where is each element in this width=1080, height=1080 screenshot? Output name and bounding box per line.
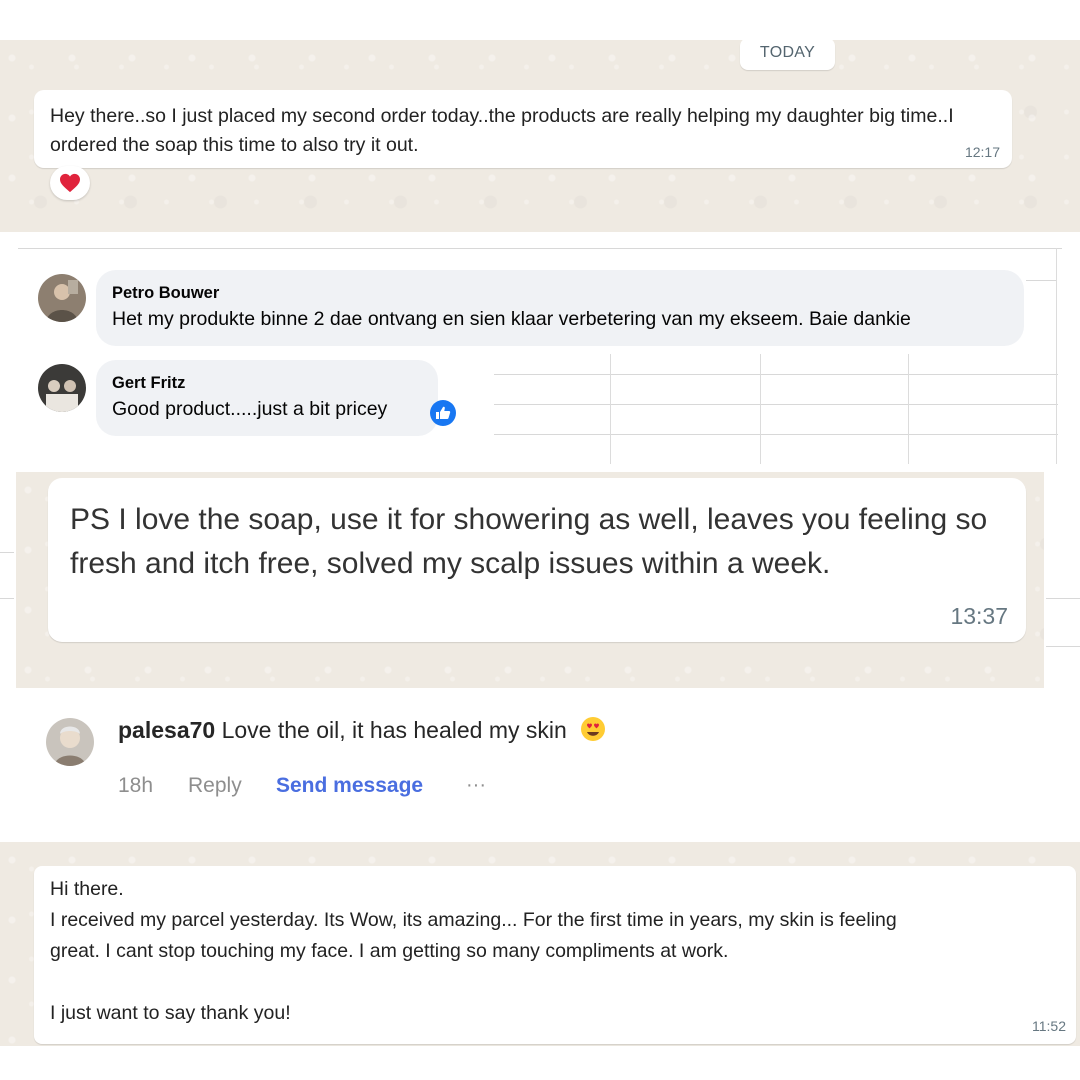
message-line: Hi there.: [50, 878, 124, 900]
heart-eyes-emoji-icon: [579, 716, 607, 748]
avatar[interactable]: [46, 718, 94, 766]
heart-reaction-badge[interactable]: [50, 166, 90, 200]
comment-text: Het my produkte binne 2 dae ontvang en s…: [112, 308, 911, 330]
heart-icon: [60, 173, 80, 193]
message-line: I received my parcel yesterday. Its Wow,…: [50, 909, 897, 931]
send-message-button[interactable]: Send message: [276, 774, 423, 798]
comment-age: 18h: [118, 774, 154, 797]
grid-line: [0, 598, 14, 599]
comment-text: Good product.....just a bit pricey: [112, 398, 388, 420]
comment-bubble[interactable]: Gert Fritz Good product.....just a bit p…: [96, 360, 456, 436]
whatsapp-chat-panel-2: PS I love the soap, use it for showering…: [16, 472, 1044, 688]
message-timestamp: 11:52: [1032, 1018, 1066, 1034]
message-line: great. I cant stop touching my face. I a…: [50, 940, 729, 962]
grid-line: [494, 374, 1058, 375]
reply-button[interactable]: Reply: [188, 774, 242, 798]
grid-line: [610, 354, 611, 464]
grid-line: [1026, 280, 1056, 281]
message-bubble[interactable]: Hey there..so I just placed my second or…: [34, 90, 1012, 168]
thumbs-up-icon: [430, 400, 456, 426]
comment-bubble[interactable]: Petro Bouwer Het my produkte binne 2 dae…: [96, 270, 1024, 346]
grid-line: [494, 434, 1058, 435]
message-text: PS I love the soap, use it for showering…: [70, 503, 988, 580]
whatsapp-chat-panel-1: TODAY Hey there..so I just placed my sec…: [0, 38, 1080, 232]
message-timestamp: 12:17: [964, 144, 1000, 160]
commenter-name[interactable]: Gert Fritz: [112, 374, 185, 393]
more-options-icon[interactable]: ···: [466, 774, 486, 797]
message-bubble[interactable]: Hi there. I received my parcel yesterday…: [34, 866, 1076, 1044]
commenter-name[interactable]: Petro Bouwer: [112, 284, 219, 303]
grid-line: [494, 404, 1058, 405]
message-timestamp: 13:37: [950, 603, 1008, 629]
grid-line: [1046, 598, 1080, 599]
message-text: Hey there..so I just placed my second or…: [50, 105, 954, 156]
grid-line: [1046, 646, 1080, 647]
instagram-comment-panel: palesa70 Love the oil, it has healed my …: [40, 700, 740, 830]
message-bubble[interactable]: PS I love the soap, use it for showering…: [48, 478, 1026, 642]
avatar[interactable]: [38, 274, 86, 322]
date-divider-chip: TODAY: [740, 38, 835, 70]
grid-line: [908, 354, 909, 464]
date-divider-label: TODAY: [759, 44, 816, 61]
grid-line: [760, 354, 761, 464]
grid-line: [18, 248, 1062, 249]
avatar[interactable]: [38, 364, 86, 412]
whatsapp-chat-panel-3: Hi there. I received my parcel yesterday…: [0, 842, 1080, 1046]
facebook-comments-panel: Petro Bouwer Het my produkte binne 2 dae…: [18, 234, 1062, 466]
comment-text: Love the oil, it has healed my skin: [221, 717, 567, 743]
message-line: I just want to say thank you!: [50, 1002, 291, 1024]
grid-line: [1056, 248, 1057, 464]
grid-line: [0, 552, 14, 553]
comment-username[interactable]: palesa70: [118, 717, 215, 743]
instagram-comment: palesa70 Love the oil, it has healed my …: [118, 716, 607, 748]
